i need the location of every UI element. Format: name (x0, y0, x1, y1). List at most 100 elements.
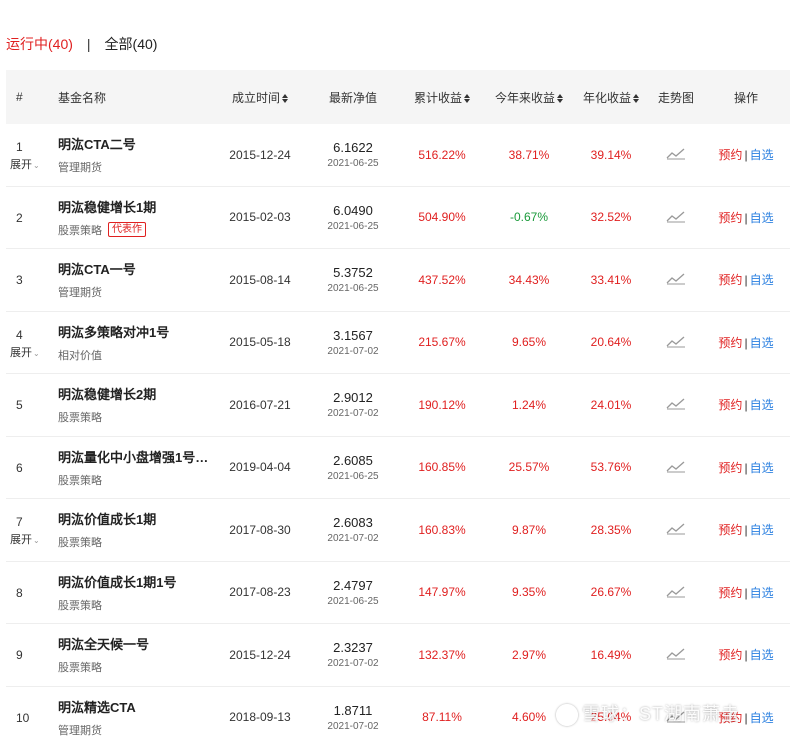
expand-label: 展开 (10, 534, 32, 546)
header-name: 基金名称 (58, 90, 107, 105)
nav-value: 2.4797 (333, 577, 373, 593)
header-annualized-sort[interactable]: 年化收益 (572, 89, 650, 106)
book-button[interactable]: 预约 (718, 148, 742, 162)
add-favorite-button[interactable]: 自选 (750, 523, 774, 537)
action-separator: | (744, 273, 748, 288)
add-favorite-button[interactable]: 自选 (750, 711, 774, 725)
annualized-return: 39.14% (590, 147, 632, 162)
add-favorite-button[interactable]: 自选 (750, 336, 774, 350)
cumulative-return: 132.37% (418, 647, 466, 662)
nav-value: 3.1567 (333, 327, 373, 343)
inception-date: 2015-08-14 (229, 272, 291, 287)
header-inception-label: 成立时间 (231, 90, 280, 105)
status-tabs: 运行中(40) | 全部(40) (6, 34, 157, 54)
book-button[interactable]: 预约 (718, 523, 742, 537)
fund-name-link[interactable]: 明汯价值成长1期1号 (58, 572, 212, 591)
add-favorite-button[interactable]: 自选 (750, 648, 774, 662)
table-row: 5 明汯稳健增长2期 股票策略 2016-07-21 2.9012 2021-07-02 1… (6, 374, 790, 437)
header-inception-sort[interactable]: 成立时间 (212, 89, 308, 106)
trend-chart-icon[interactable] (666, 396, 686, 413)
fund-name-link[interactable]: 明汯稳健增长2期 (58, 384, 212, 403)
fund-name-link[interactable]: 明汯全天候一号 (58, 634, 212, 653)
fund-name-cell: 明汯精选CTA 管理期货 (54, 697, 212, 738)
tab-running[interactable]: 运行中(40) (6, 34, 73, 54)
nav-date: 2021-07-02 (327, 408, 379, 420)
fund-name-cell: 明汯价值成长1期1号 股票策略 (54, 572, 212, 613)
annualized-return: 26.67% (590, 585, 632, 600)
add-favorite-button[interactable]: 自选 (750, 398, 774, 412)
expand-toggle[interactable]: 展开⌄ (10, 156, 40, 172)
header-ytd-sort[interactable]: 今年来收益 (486, 89, 572, 106)
row-index-cell: 7 展开⌄ (6, 499, 54, 561)
book-button[interactable]: 预约 (718, 273, 742, 287)
inception-date: 2017-08-30 (229, 522, 291, 537)
trend-chart-icon[interactable] (666, 209, 686, 226)
add-favorite-button[interactable]: 自选 (750, 461, 774, 475)
nav-value: 2.6083 (333, 515, 373, 531)
book-button[interactable]: 预约 (718, 586, 742, 600)
trend-chart-icon[interactable] (666, 646, 686, 663)
add-favorite-button[interactable]: 自选 (750, 586, 774, 600)
row-index-cell: 9 (6, 624, 54, 686)
row-index-cell: 4 展开⌄ (6, 312, 54, 374)
fund-category: 股票策略 (58, 224, 102, 237)
table-row: 8 明汯价值成长1期1号 股票策略 2017-08-23 2.4797 2021-06-2… (6, 562, 790, 624)
inception-date: 2015-12-24 (229, 147, 291, 162)
trend-chart-icon[interactable] (666, 146, 686, 163)
chevron-down-icon: ⌄ (33, 161, 40, 170)
book-button[interactable]: 预约 (718, 398, 742, 412)
ytd-return: 34.43% (508, 272, 550, 287)
annualized-return: 20.64% (590, 335, 632, 350)
fund-name-link[interactable]: 明汯CTA二号 (58, 134, 212, 153)
nav-value: 6.0490 (333, 202, 373, 218)
nav-date: 2021-06-25 (327, 220, 379, 232)
fund-name-cell: 明汯稳健增长1期 股票策略 代表作 (54, 197, 212, 238)
expand-toggle[interactable]: 展开⌄ (10, 344, 40, 360)
nav-date: 2021-06-25 (327, 470, 379, 482)
book-button[interactable]: 预约 (718, 336, 742, 350)
nav-value: 5.3752 (333, 265, 373, 281)
ytd-return: 25.57% (508, 460, 550, 475)
annualized-return: 32.52% (590, 210, 632, 225)
nav-value: 6.1622 (333, 140, 373, 156)
header-cumulative-sort[interactable]: 累计收益 (398, 89, 486, 106)
cumulative-return: 504.90% (418, 210, 466, 225)
table-row: 6 明汯量化中小盘增强1号B... 股票策略 2019-04-04 2.6085 2021… (6, 437, 790, 499)
trend-chart-icon[interactable] (666, 584, 686, 601)
fund-name-link[interactable]: 明汯多策略对冲1号 (58, 322, 212, 341)
book-button[interactable]: 预约 (718, 648, 742, 662)
table-row: 1 展开⌄ 明汯CTA二号 管理期货 2015-12-24 6.1622 2021-06-2… (6, 124, 790, 187)
annualized-return: 16.49% (590, 647, 632, 662)
book-button[interactable]: 预约 (718, 461, 742, 475)
nav-date: 2021-07-02 (327, 658, 379, 670)
expand-toggle[interactable]: 展开⌄ (10, 531, 40, 547)
fund-name-link[interactable]: 明汯价值成长1期 (58, 509, 212, 528)
add-favorite-button[interactable]: 自选 (750, 148, 774, 162)
nav-date: 2021-06-25 (327, 283, 379, 295)
row-index-cell: 3 (6, 249, 54, 311)
fund-name-link[interactable]: 明汯稳健增长1期 (58, 197, 212, 216)
trend-chart-icon[interactable] (666, 334, 686, 351)
annualized-return: 28.35% (590, 522, 632, 537)
ytd-return: 9.87% (511, 522, 547, 537)
trend-chart-icon[interactable] (666, 271, 686, 288)
row-index: 8 (16, 585, 23, 600)
fund-name-link[interactable]: 明汯精选CTA (58, 697, 212, 716)
table-row: 9 明汯全天候一号 股票策略 2015-12-24 2.3237 2021-07-02 13… (6, 624, 790, 687)
watermark-text: 雪球：ST湖南萧圭 (582, 704, 741, 724)
fund-name-link[interactable]: 明汯量化中小盘增强1号B... (58, 447, 212, 466)
trend-chart-icon[interactable] (666, 459, 686, 476)
add-favorite-button[interactable]: 自选 (750, 273, 774, 287)
fund-table: # 基金名称 成立时间 最新净值 累计收益 今年来收益 年化收益 走势图 操作 … (6, 70, 790, 739)
fund-name-cell: 明汯稳健增长2期 股票策略 (54, 384, 212, 425)
add-favorite-button[interactable]: 自选 (750, 211, 774, 225)
row-index-cell: 10 (6, 687, 54, 739)
book-button[interactable]: 预约 (718, 211, 742, 225)
fund-name-link[interactable]: 明汯CTA一号 (58, 259, 212, 278)
action-separator: | (744, 398, 748, 413)
cumulative-return: 215.67% (418, 335, 466, 350)
fund-category: 股票策略 (58, 537, 102, 550)
trend-chart-icon[interactable] (666, 521, 686, 538)
tab-all[interactable]: 全部(40) (105, 34, 158, 54)
fund-name-cell: 明汯价值成长1期股票策略 (54, 509, 212, 550)
